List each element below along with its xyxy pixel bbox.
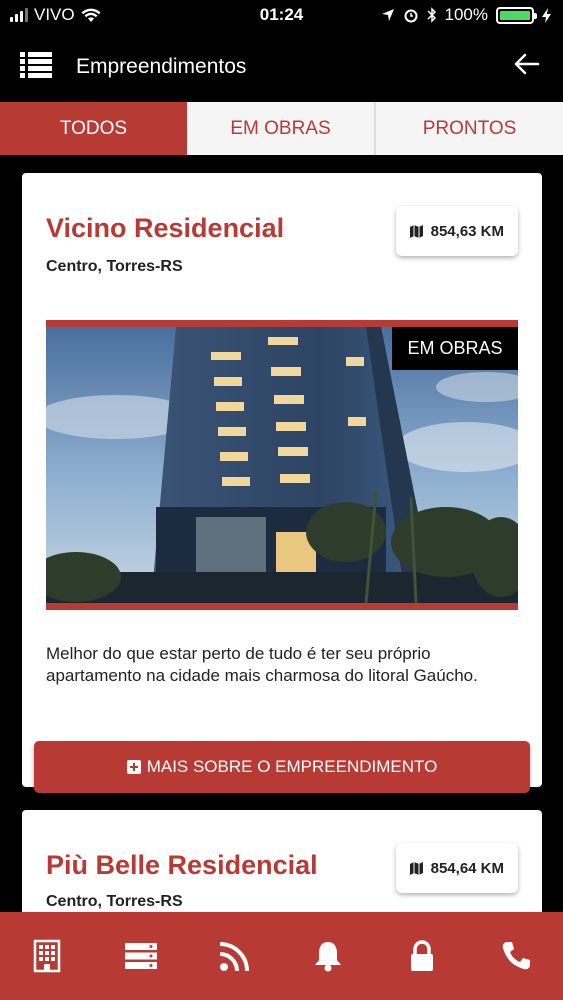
listing-location: Centro, Torres-RS bbox=[46, 893, 183, 910]
listing-title[interactable]: Più Belle Residencial bbox=[46, 850, 318, 881]
battery-percent: 100% bbox=[444, 5, 488, 24]
listing-feed[interactable]: Vicino Residencial Centro, Torres-RS 854… bbox=[0, 155, 563, 912]
listing-photo[interactable]: EM OBRAS bbox=[46, 320, 518, 610]
rss-icon bbox=[219, 942, 249, 972]
plus-square-icon bbox=[126, 760, 141, 774]
page-title: Empreendimentos bbox=[76, 55, 247, 78]
list-icon[interactable] bbox=[20, 52, 52, 78]
filter-tabs: TODOS EM OBRAS PRONTOS bbox=[0, 102, 563, 155]
tab-em-obras[interactable]: EM OBRAS bbox=[187, 102, 376, 155]
status-bar: VIVO 01:24 100% bbox=[0, 0, 563, 32]
lock-icon bbox=[411, 940, 434, 971]
bottom-nav bbox=[0, 912, 563, 1000]
battery-icon bbox=[496, 6, 537, 24]
status-badge: EM OBRAS bbox=[392, 327, 518, 370]
more-info-button[interactable]: MAIS SOBRE O EMPREENDIMENTO bbox=[34, 741, 530, 793]
server-icon bbox=[124, 943, 157, 969]
status-right: 100% bbox=[381, 5, 551, 25]
nav-buildings[interactable] bbox=[0, 912, 94, 1000]
arrow-left-icon[interactable] bbox=[513, 50, 541, 78]
listing-card: Più Belle Residencial Centro, Torres-RS … bbox=[22, 810, 542, 912]
distance-value: 854,64 KM bbox=[430, 859, 504, 877]
nav-news[interactable] bbox=[188, 912, 282, 1000]
distance-value: 854,63 KM bbox=[430, 222, 504, 240]
tab-todos[interactable]: TODOS bbox=[0, 102, 187, 155]
more-info-label: MAIS SOBRE O EMPREENDIMENTO bbox=[146, 757, 438, 776]
nav-contact[interactable] bbox=[469, 912, 563, 1000]
nav-list[interactable] bbox=[94, 912, 188, 1000]
app-bar: Empreendimentos bbox=[0, 32, 563, 102]
tab-prontos[interactable]: PRONTOS bbox=[376, 102, 563, 155]
bell-icon bbox=[315, 942, 342, 972]
bluetooth-icon bbox=[426, 7, 436, 23]
listing-card: Vicino Residencial Centro, Torres-RS 854… bbox=[22, 173, 542, 793]
map-icon bbox=[409, 224, 423, 238]
nav-private-area[interactable] bbox=[375, 912, 469, 1000]
map-icon bbox=[409, 861, 423, 875]
listing-location: Centro, Torres-RS bbox=[46, 258, 183, 275]
building-icon bbox=[33, 939, 61, 973]
location-arrow-icon bbox=[381, 9, 394, 21]
alarm-icon bbox=[404, 9, 418, 23]
listing-description: Melhor do que estar perto de tudo é ter … bbox=[46, 644, 478, 685]
listing-title[interactable]: Vicino Residencial bbox=[46, 213, 284, 244]
nav-notifications[interactable] bbox=[281, 912, 375, 1000]
distance-badge[interactable]: 854,64 KM bbox=[395, 843, 518, 893]
distance-badge[interactable]: 854,63 KM bbox=[395, 206, 518, 256]
phone-icon bbox=[502, 942, 531, 970]
charging-icon bbox=[542, 7, 551, 23]
